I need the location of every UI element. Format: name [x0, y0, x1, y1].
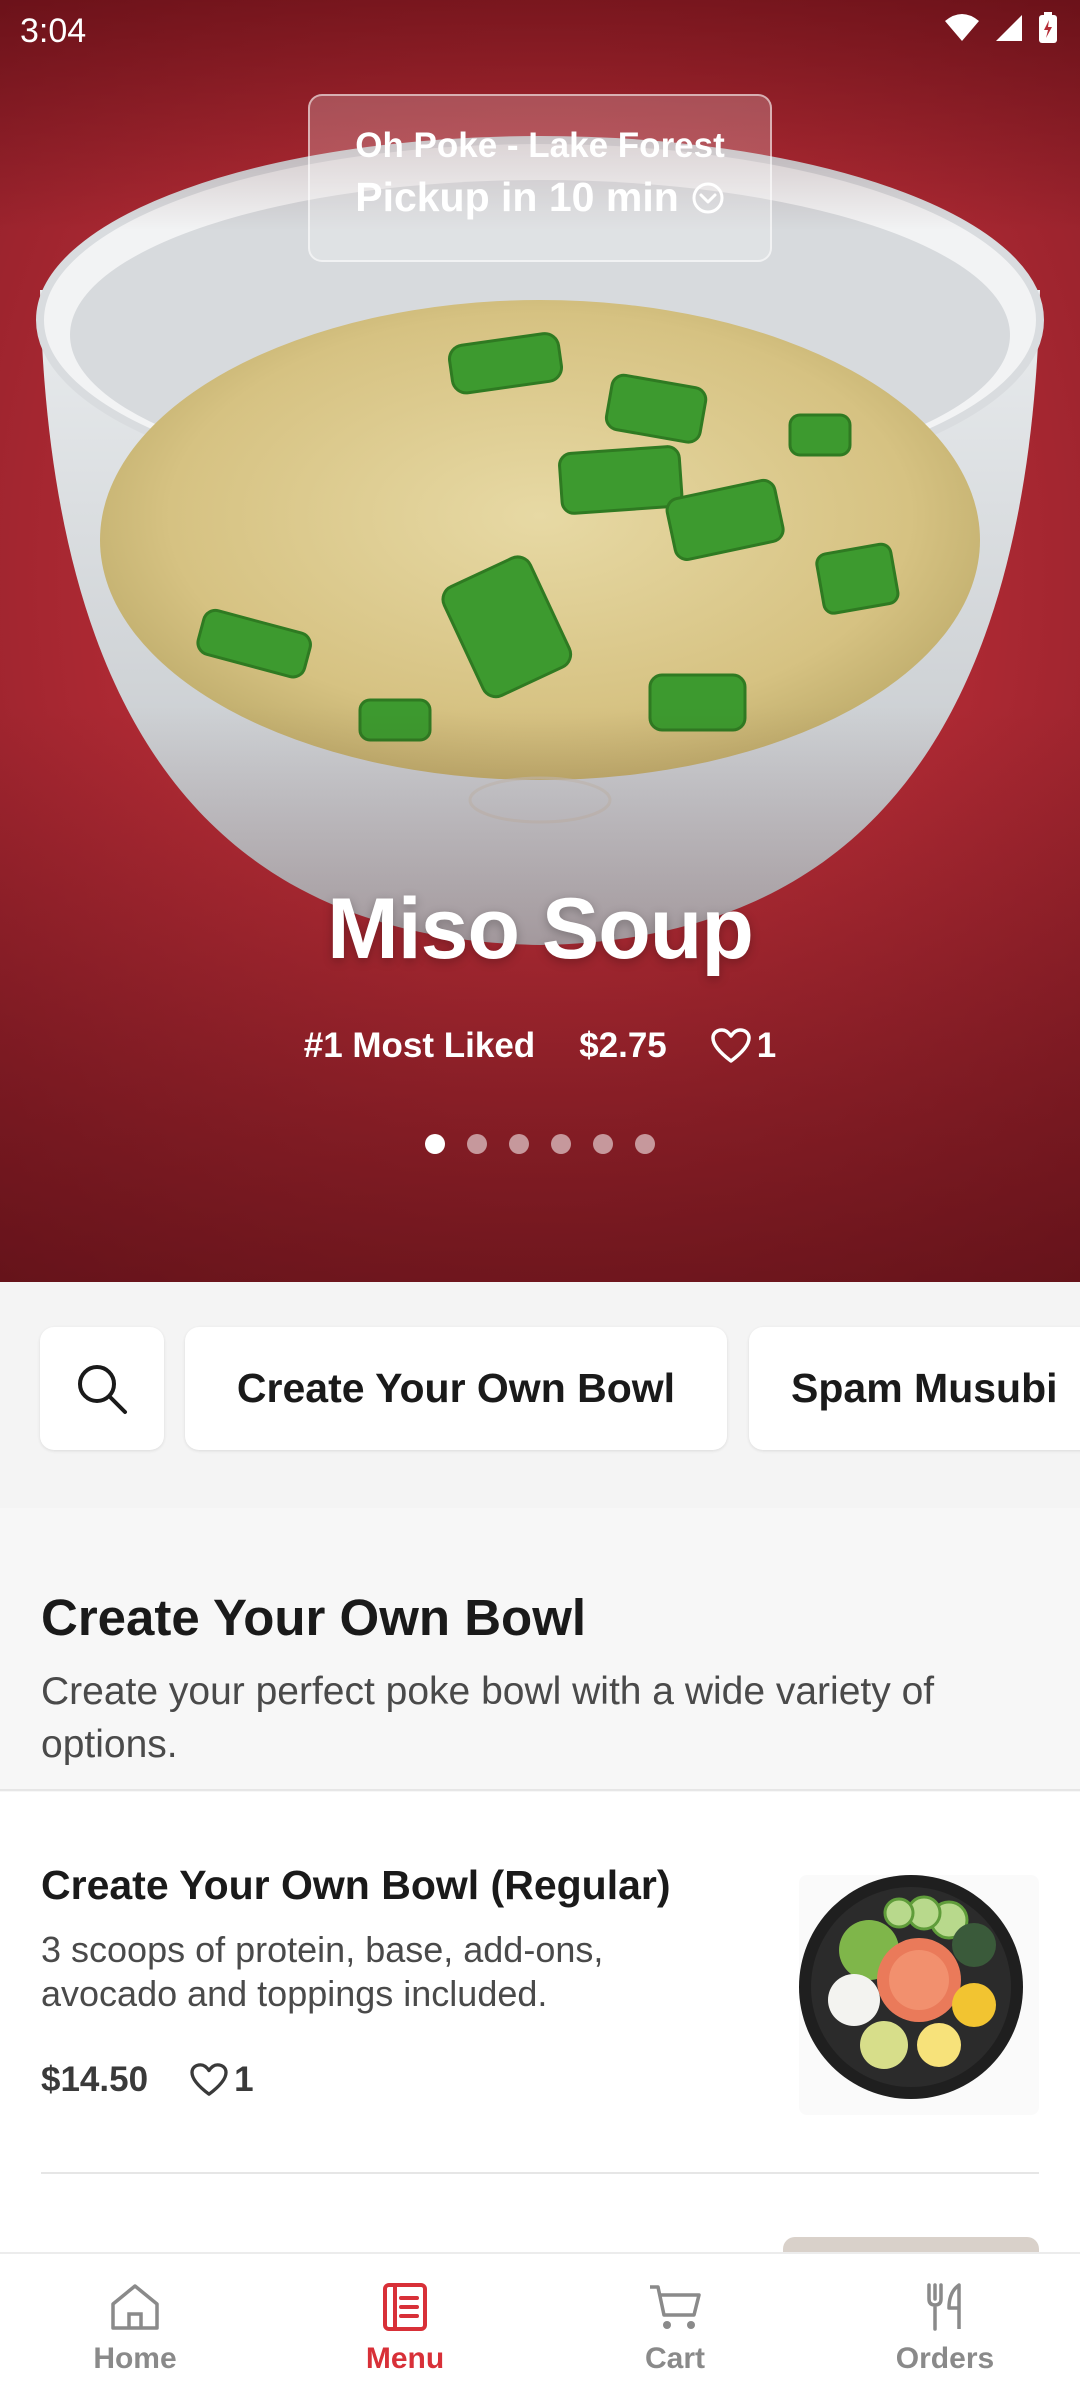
menu-item-image: [783, 2237, 1039, 2252]
nav-orders[interactable]: Orders: [810, 2254, 1080, 2400]
carousel-indicator: [0, 1134, 1080, 1154]
cart-icon: [650, 2285, 701, 2329]
nav-orders-label: Orders: [895, 2342, 995, 2375]
carousel-dot[interactable]: [467, 1134, 487, 1154]
section-title: Create Your Own Bowl: [41, 1589, 587, 1646]
featured-price: $2.75: [579, 1026, 667, 1065]
menu-item-like-count: 1: [234, 2060, 254, 2099]
heart-icon: [190, 2063, 228, 2096]
featured-like-button[interactable]: 1: [711, 1026, 776, 1066]
nav-home[interactable]: Home: [0, 2254, 270, 2400]
menu-item-like-button[interactable]: 1: [190, 2060, 254, 2100]
menu-item-list: Create Your Own Bowl (Regular) 3 scoops …: [0, 1792, 1080, 2252]
home-icon: [111, 2284, 159, 2330]
featured-item-meta: #1 Most Liked $2.75 1: [0, 1026, 1080, 1066]
status-time: 3:04: [20, 12, 87, 50]
menu-icon: [383, 2283, 427, 2331]
nav-home-label: Home: [93, 2342, 177, 2375]
status-icons: [944, 12, 1058, 44]
chevron-down-circle-icon: [692, 182, 724, 213]
poke-bowl-photo: [799, 1875, 1039, 2115]
carousel-dot[interactable]: [425, 1134, 445, 1154]
hero-banner[interactable]: 3:04 Oh Poke - Lake Forest Pickup in 10 …: [0, 0, 1080, 1282]
store-name: Oh Poke - Lake Forest: [355, 126, 725, 165]
category-chip-bar[interactable]: Create Your Own Bowl Spam Musubi: [0, 1282, 1080, 1508]
featured-rank: #1 Most Liked: [303, 1026, 536, 1065]
menu-item-description: 3 scoops of protein, base, add-ons, avoc…: [41, 1929, 604, 2014]
carousel-dot[interactable]: [551, 1134, 571, 1154]
signal-icon: [996, 15, 1022, 41]
carousel-dot[interactable]: [509, 1134, 529, 1154]
heart-icon: [711, 1028, 751, 1063]
wifi-icon: [945, 14, 979, 41]
menu-item[interactable]: Create Your Own Bowl (Regular) 3 scoops …: [41, 1792, 1039, 2174]
nav-cart-label: Cart: [644, 2342, 705, 2375]
carousel-dot[interactable]: [635, 1134, 655, 1154]
menu-section-header: Create Your Own Bowl Create your perfect…: [0, 1508, 1080, 1791]
category-chip-create-your-own-bowl[interactable]: Create Your Own Bowl: [185, 1327, 727, 1450]
search-button[interactable]: [40, 1327, 164, 1450]
fork-knife-icon: [927, 2283, 961, 2331]
battery-icon: [1039, 12, 1057, 43]
section-description: Create your perfect poke bowl with a wid…: [41, 1670, 935, 1766]
nav-menu-label: Menu: [365, 2342, 445, 2375]
menu-item-image: [799, 1875, 1039, 2115]
nav-cart[interactable]: Cart: [540, 2254, 810, 2400]
carousel-dot[interactable]: [593, 1134, 613, 1154]
menu-item-name: Create Your Own Bowl (Regular): [41, 1862, 671, 1908]
menu-item-footer: $14.50 1: [41, 2060, 254, 2100]
featured-like-count: 1: [756, 1026, 777, 1065]
status-bar: 3:04: [0, 0, 1080, 64]
pickup-time-label: Pickup in 10 min: [355, 174, 679, 220]
category-chip-spam-musubi[interactable]: Spam Musubi: [749, 1327, 1080, 1450]
nav-menu[interactable]: Menu: [270, 2254, 540, 2400]
bottom-navigation: Home Menu Cart Orders: [0, 2252, 1080, 2400]
pickup-time: Pickup in 10 min: [310, 174, 770, 221]
featured-item-title: Miso Soup: [327, 881, 754, 977]
search-icon: [78, 1364, 127, 1414]
menu-item-price: $14.50: [41, 2060, 149, 2099]
store-pickup-selector[interactable]: Oh Poke - Lake Forest Pickup in 10 min: [308, 94, 772, 262]
